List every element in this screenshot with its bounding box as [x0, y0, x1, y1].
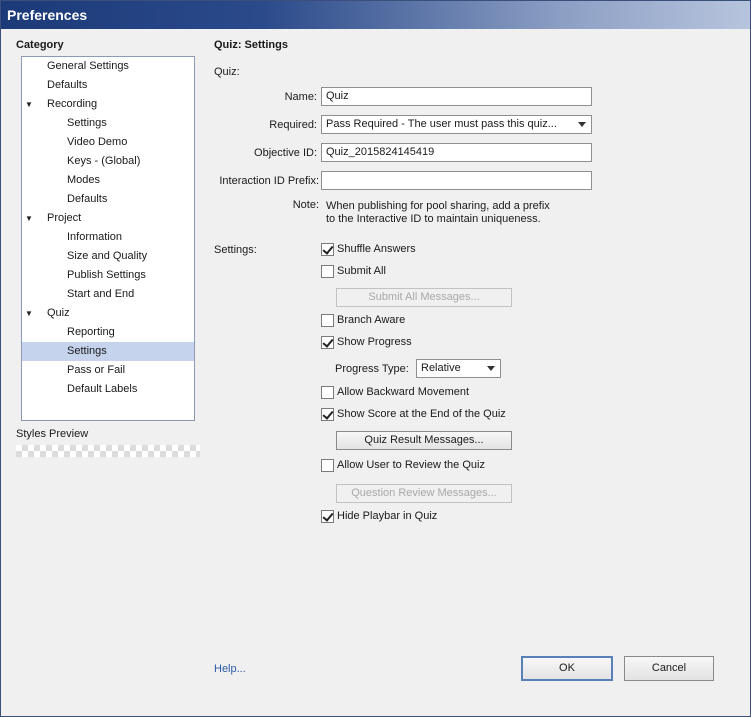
tree-item-information[interactable]: Information — [22, 228, 194, 247]
question-review-messages-button[interactable]: Question Review Messages... — [336, 484, 512, 503]
tree-item-label: Publish Settings — [67, 269, 146, 281]
tree-item-modes[interactable]: Modes — [22, 171, 194, 190]
tree-item-label: Defaults — [67, 193, 108, 205]
checkbox-box[interactable] — [321, 510, 334, 523]
show-score-label: Show Score at the End of the Quiz — [337, 408, 506, 420]
checkbox-box[interactable] — [321, 243, 334, 256]
objective-id-input[interactable]: Quiz_2015824145419 — [321, 143, 592, 162]
tree-item-label: Pass or Fail — [67, 364, 126, 376]
checkbox-box[interactable] — [321, 459, 334, 472]
tree-item-keys-global[interactable]: Keys - (Global) — [22, 152, 194, 171]
category-tree[interactable]: General Settings Defaults ▼ Recording Settin… — [21, 56, 195, 421]
tree-item-reporting[interactable]: Reporting — [22, 323, 194, 342]
show-progress-label: Show Progress — [337, 336, 412, 348]
checkbox-box[interactable] — [321, 386, 334, 399]
note-line-1: When publishing for pool sharing, add a … — [326, 200, 550, 212]
name-input[interactable]: Quiz — [321, 87, 592, 106]
expand-arrow-icon[interactable]: ▼ — [25, 304, 35, 323]
chevron-down-icon — [487, 366, 495, 371]
tree-item-label: Keys - (Global) — [67, 155, 141, 167]
expand-arrow-icon[interactable]: ▼ — [25, 95, 35, 114]
tree-item-label: General Settings — [47, 60, 129, 72]
window-title: Preferences — [7, 7, 88, 23]
ok-button[interactable]: OK — [521, 656, 613, 681]
tree-item-label: Recording — [47, 98, 98, 110]
tree-item-label: Video Demo — [67, 136, 128, 148]
checkbox-box[interactable] — [321, 265, 334, 278]
title-bar[interactable]: Preferences — [1, 1, 750, 29]
tree-item-label: Project — [47, 212, 82, 224]
tree-item-label: Start and End — [67, 288, 135, 300]
help-link[interactable]: Help... — [214, 663, 246, 675]
checkbox-box[interactable] — [321, 314, 334, 327]
submit-all-label: Submit All — [337, 265, 386, 277]
tree-item-start-and-end[interactable]: Start and End — [22, 285, 194, 304]
branch-aware-label: Branch Aware — [337, 314, 406, 326]
hide-playbar-label: Hide Playbar in Quiz — [337, 510, 438, 522]
submit-all-messages-button[interactable]: Submit All Messages... — [336, 288, 512, 307]
tree-item-label: Reporting — [67, 326, 115, 338]
tree-item-label: Settings — [67, 345, 107, 357]
tree-item-recording[interactable]: ▼ Recording — [22, 95, 194, 114]
tree-item-pass-or-fail[interactable]: Pass or Fail — [22, 361, 194, 380]
progress-type-label: Progress Type: — [335, 363, 409, 375]
tree-item-publish-settings[interactable]: Publish Settings — [22, 266, 194, 285]
quiz-result-messages-button[interactable]: Quiz Result Messages... — [336, 431, 512, 450]
required-label: Required: — [269, 119, 317, 131]
quiz-group-label: Quiz: — [214, 66, 240, 78]
allow-backward-label: Allow Backward Movement — [337, 386, 470, 398]
name-label: Name: — [284, 91, 317, 103]
category-label: Category — [16, 39, 64, 51]
progress-type-value: Relative — [421, 362, 461, 374]
tree-item-label: Defaults — [47, 79, 88, 91]
tree-item-label: Modes — [67, 174, 101, 186]
tree-item-label: Default Labels — [67, 383, 138, 395]
tree-item-size-and-quality[interactable]: Size and Quality — [22, 247, 194, 266]
tree-item-settings[interactable]: Settings — [22, 114, 194, 133]
required-dropdown[interactable]: Pass Required - The user must pass this … — [321, 115, 592, 134]
checkbox-box[interactable] — [321, 336, 334, 349]
tree-item-defaults[interactable]: Defaults — [22, 76, 194, 95]
styles-preview — [16, 445, 200, 457]
tree-item-label: Information — [67, 231, 123, 243]
shuffle-answers-label: Shuffle Answers — [337, 243, 416, 255]
tree-item-default-labels[interactable]: Default Labels — [22, 380, 194, 399]
tree-item-general-settings[interactable]: General Settings — [22, 57, 194, 76]
tree-item-video-demo[interactable]: Video Demo — [22, 133, 194, 152]
objective-id-label: Objective ID: — [254, 147, 317, 159]
preferences-dialog: Preferences Category General Settings Def… — [0, 0, 751, 717]
required-value: Pass Required - The user must pass this … — [326, 118, 557, 130]
note-line-2: to the Interactive ID to maintain unique… — [326, 213, 541, 225]
checkbox-box[interactable] — [321, 408, 334, 421]
tree-item-defaults[interactable]: Defaults — [22, 190, 194, 209]
tree-item-settings[interactable]: Settings — [22, 342, 194, 361]
chevron-down-icon — [578, 122, 586, 127]
section-title: Quiz: Settings — [214, 39, 288, 51]
tree-item-project[interactable]: ▼ Project — [22, 209, 194, 228]
interaction-prefix-label: Interaction ID Prefix: — [219, 175, 319, 187]
tree-item-label: Size and Quality — [67, 250, 148, 262]
interaction-prefix-input[interactable] — [321, 171, 592, 190]
tree-item-label: Settings — [67, 117, 107, 129]
note-label: Note: — [292, 199, 319, 211]
settings-label: Settings: — [214, 244, 257, 256]
allow-review-label: Allow User to Review the Quiz — [337, 459, 485, 471]
expand-arrow-icon[interactable]: ▼ — [25, 209, 35, 228]
tree-item-quiz[interactable]: ▼ Quiz — [22, 304, 194, 323]
progress-type-dropdown[interactable]: Relative — [416, 359, 501, 378]
styles-preview-label: Styles Preview — [16, 428, 89, 440]
cancel-button[interactable]: Cancel — [624, 656, 714, 681]
tree-item-label: Quiz — [47, 307, 70, 319]
